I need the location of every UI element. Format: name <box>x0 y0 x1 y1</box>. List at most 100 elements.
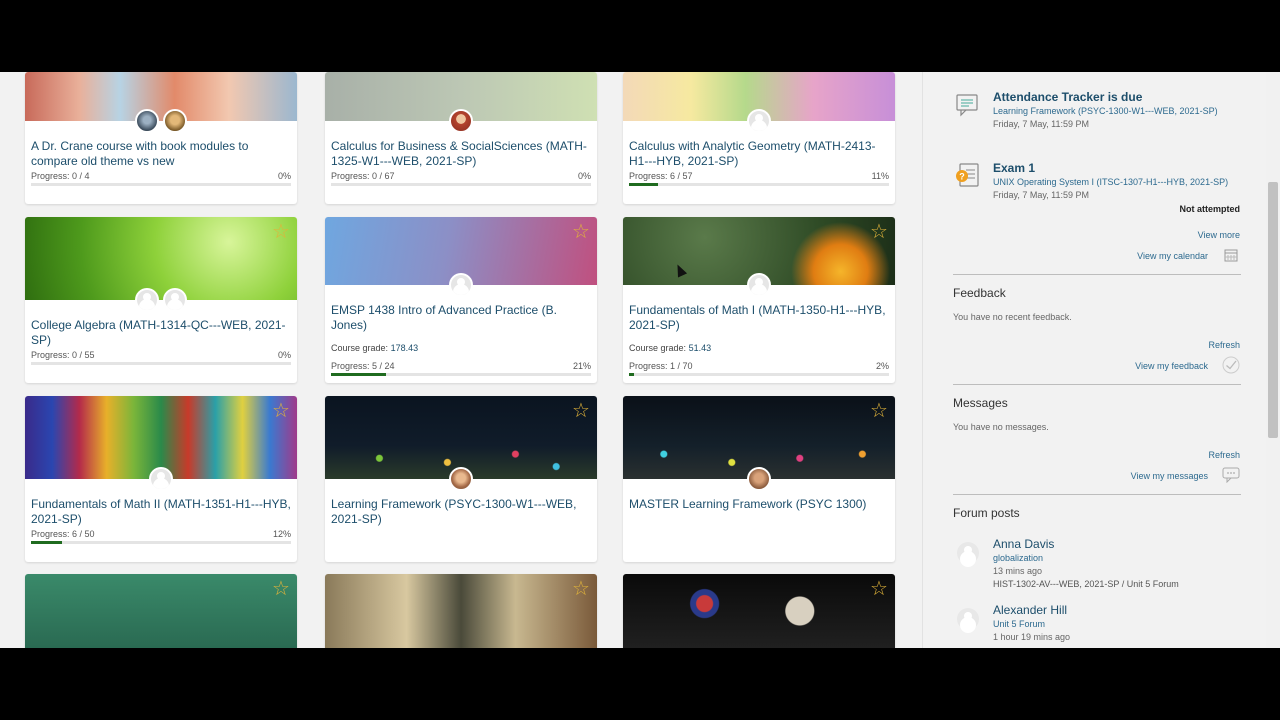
course-image[interactable]: ☆ <box>623 396 895 491</box>
star-icon[interactable]: ☆ <box>571 401 591 421</box>
progress-label: Progress: 1 / 70 <box>629 361 693 371</box>
event-title[interactable]: Attendance Tracker is due <box>993 90 1142 104</box>
course-card[interactable]: ☆ <box>325 574 597 648</box>
star-icon[interactable]: ☆ <box>869 222 889 242</box>
forum-post-subject[interactable]: globalization <box>993 553 1043 563</box>
course-card[interactable]: ☆ <box>25 574 297 648</box>
event-title[interactable]: Exam 1 <box>993 161 1035 175</box>
course-card-fundamentals-math-1[interactable]: ☆ Fundamentals of Math I (MATH-1350-H1--… <box>623 217 895 383</box>
avatar[interactable] <box>957 542 979 564</box>
event-course[interactable]: UNIX Operating System I (ITSC-1307-H1---… <box>993 177 1228 187</box>
quiz-icon: ? <box>956 163 979 187</box>
teacher-avatar[interactable] <box>747 273 771 297</box>
course-title[interactable]: Calculus for Business & SocialSciences (… <box>331 139 591 169</box>
course-image[interactable]: ☆ <box>25 574 297 648</box>
progress-percent: 0% <box>577 171 591 181</box>
progress-bar <box>31 541 291 544</box>
course-card-calculus-analytic[interactable]: Calculus with Analytic Geometry (MATH-24… <box>623 72 895 204</box>
course-image[interactable]: ☆ <box>623 217 895 297</box>
forum-post-subject[interactable]: Unit 5 Forum <box>993 619 1045 629</box>
course-image[interactable] <box>25 72 297 133</box>
course-card-college-algebra[interactable]: ☆ College Algebra (MATH-1314-QC---WEB, 2… <box>25 217 297 383</box>
divider <box>953 494 1241 495</box>
course-image[interactable]: ☆ <box>325 574 597 648</box>
event-status: Not attempted <box>1179 204 1241 214</box>
teacher-avatar[interactable] <box>747 467 771 491</box>
course-image[interactable]: ☆ <box>325 396 597 491</box>
teacher-avatar[interactable] <box>135 109 159 133</box>
progress-percent: 2% <box>875 361 889 371</box>
scrollbar[interactable] <box>1266 72 1280 648</box>
star-icon[interactable]: ☆ <box>271 222 291 242</box>
chat-icon[interactable] <box>1222 467 1240 483</box>
forum-icon <box>956 94 978 117</box>
progress-label: Progress: 5 / 24 <box>331 361 395 371</box>
avatar[interactable] <box>957 608 979 630</box>
course-card-fundamentals-math-2[interactable]: ☆ Fundamentals of Math II (MATH-1351-H1-… <box>25 396 297 562</box>
course-title[interactable]: Calculus with Analytic Geometry (MATH-24… <box>629 139 889 169</box>
star-icon[interactable]: ☆ <box>571 579 591 599</box>
calendar-icon[interactable] <box>1224 248 1238 262</box>
view-calendar-link[interactable]: View my calendar <box>1137 251 1208 261</box>
course-title[interactable]: MASTER Learning Framework (PSYC 1300) <box>629 497 889 512</box>
forum-post-author[interactable]: Anna Davis <box>993 537 1054 551</box>
teacher-avatar[interactable] <box>449 273 473 297</box>
divider <box>953 274 1241 275</box>
course-title[interactable]: Fundamentals of Math I (MATH-1350-H1---H… <box>629 303 889 333</box>
progress-percent: 11% <box>871 171 889 181</box>
view-more-link[interactable]: View more <box>1198 230 1240 240</box>
event-course[interactable]: Learning Framework (PSYC-1300-W1---WEB, … <box>993 106 1218 116</box>
messages-empty-text: You have no messages. <box>953 422 1049 432</box>
dashboard-viewport: A Dr. Crane course with book modules to … <box>0 72 1280 648</box>
teacher-avatar[interactable] <box>163 109 187 133</box>
course-card[interactable]: ☆ <box>623 574 895 648</box>
forum-post-author[interactable]: Alexander Hill <box>993 603 1067 617</box>
teacher-avatar[interactable] <box>135 288 159 312</box>
feedback-heading: Feedback <box>953 286 1006 300</box>
teacher-avatar[interactable] <box>747 109 771 133</box>
teacher-avatar[interactable] <box>149 467 173 491</box>
star-icon[interactable]: ☆ <box>271 579 291 599</box>
progress-percent: 21% <box>572 361 591 371</box>
teacher-avatar[interactable] <box>163 288 187 312</box>
course-image[interactable] <box>325 72 597 133</box>
view-feedback-link[interactable]: View my feedback <box>1135 361 1208 371</box>
course-title[interactable]: Fundamentals of Math II (MATH-1351-H1---… <box>31 497 291 527</box>
messages-refresh-link[interactable]: Refresh <box>1208 450 1240 460</box>
divider <box>953 384 1241 385</box>
feedback-refresh-link[interactable]: Refresh <box>1208 340 1240 350</box>
forum-post-time: 1 hour 19 mins ago <box>993 632 1071 642</box>
course-title[interactable]: College Algebra (MATH-1314-QC---WEB, 202… <box>31 318 291 348</box>
check-icon[interactable] <box>1222 356 1240 374</box>
timeline-event[interactable]: Attendance Tracker is due Learning Frame… <box>953 90 1241 130</box>
view-messages-link[interactable]: View my messages <box>1131 471 1208 481</box>
timeline-event[interactable]: ? Exam 1 UNIX Operating System I (ITSC-1… <box>953 161 1241 201</box>
course-image[interactable]: ☆ <box>25 217 297 312</box>
star-icon[interactable]: ☆ <box>271 401 291 421</box>
course-image[interactable]: ☆ <box>325 217 597 297</box>
course-title[interactable]: Learning Framework (PSYC-1300-W1---WEB, … <box>331 497 591 527</box>
course-image[interactable]: ☆ <box>623 574 895 648</box>
star-icon[interactable]: ☆ <box>869 401 889 421</box>
progress-label: Progress: 0 / 55 <box>31 350 95 360</box>
course-image[interactable] <box>623 72 895 133</box>
scrollbar-thumb[interactable] <box>1268 182 1278 438</box>
progress-percent: 0% <box>277 350 291 360</box>
teacher-avatar[interactable] <box>449 109 473 133</box>
course-grid: A Dr. Crane course with book modules to … <box>0 72 922 648</box>
teacher-avatar[interactable] <box>449 467 473 491</box>
progress-percent: 12% <box>272 529 291 539</box>
course-card-dr-crane[interactable]: A Dr. Crane course with book modules to … <box>25 72 297 204</box>
star-icon[interactable]: ☆ <box>571 222 591 242</box>
star-icon[interactable]: ☆ <box>869 579 889 599</box>
course-title[interactable]: EMSP 1438 Intro of Advanced Practice (B.… <box>331 303 591 333</box>
course-card-calculus-business[interactable]: Calculus for Business & SocialSciences (… <box>325 72 597 204</box>
course-image[interactable]: ☆ <box>25 396 297 491</box>
course-card-emsp-1438[interactable]: ☆ EMSP 1438 Intro of Advanced Practice (… <box>325 217 597 383</box>
event-date: Friday, 7 May, 11:59 PM <box>993 190 1090 200</box>
messages-heading: Messages <box>953 396 1008 410</box>
progress-bar <box>629 183 889 186</box>
course-card-master-learning-framework[interactable]: ☆ MASTER Learning Framework (PSYC 1300) <box>623 396 895 562</box>
course-title[interactable]: A Dr. Crane course with book modules to … <box>31 139 291 169</box>
course-card-learning-framework[interactable]: ☆ Learning Framework (PSYC-1300-W1---WEB… <box>325 396 597 562</box>
